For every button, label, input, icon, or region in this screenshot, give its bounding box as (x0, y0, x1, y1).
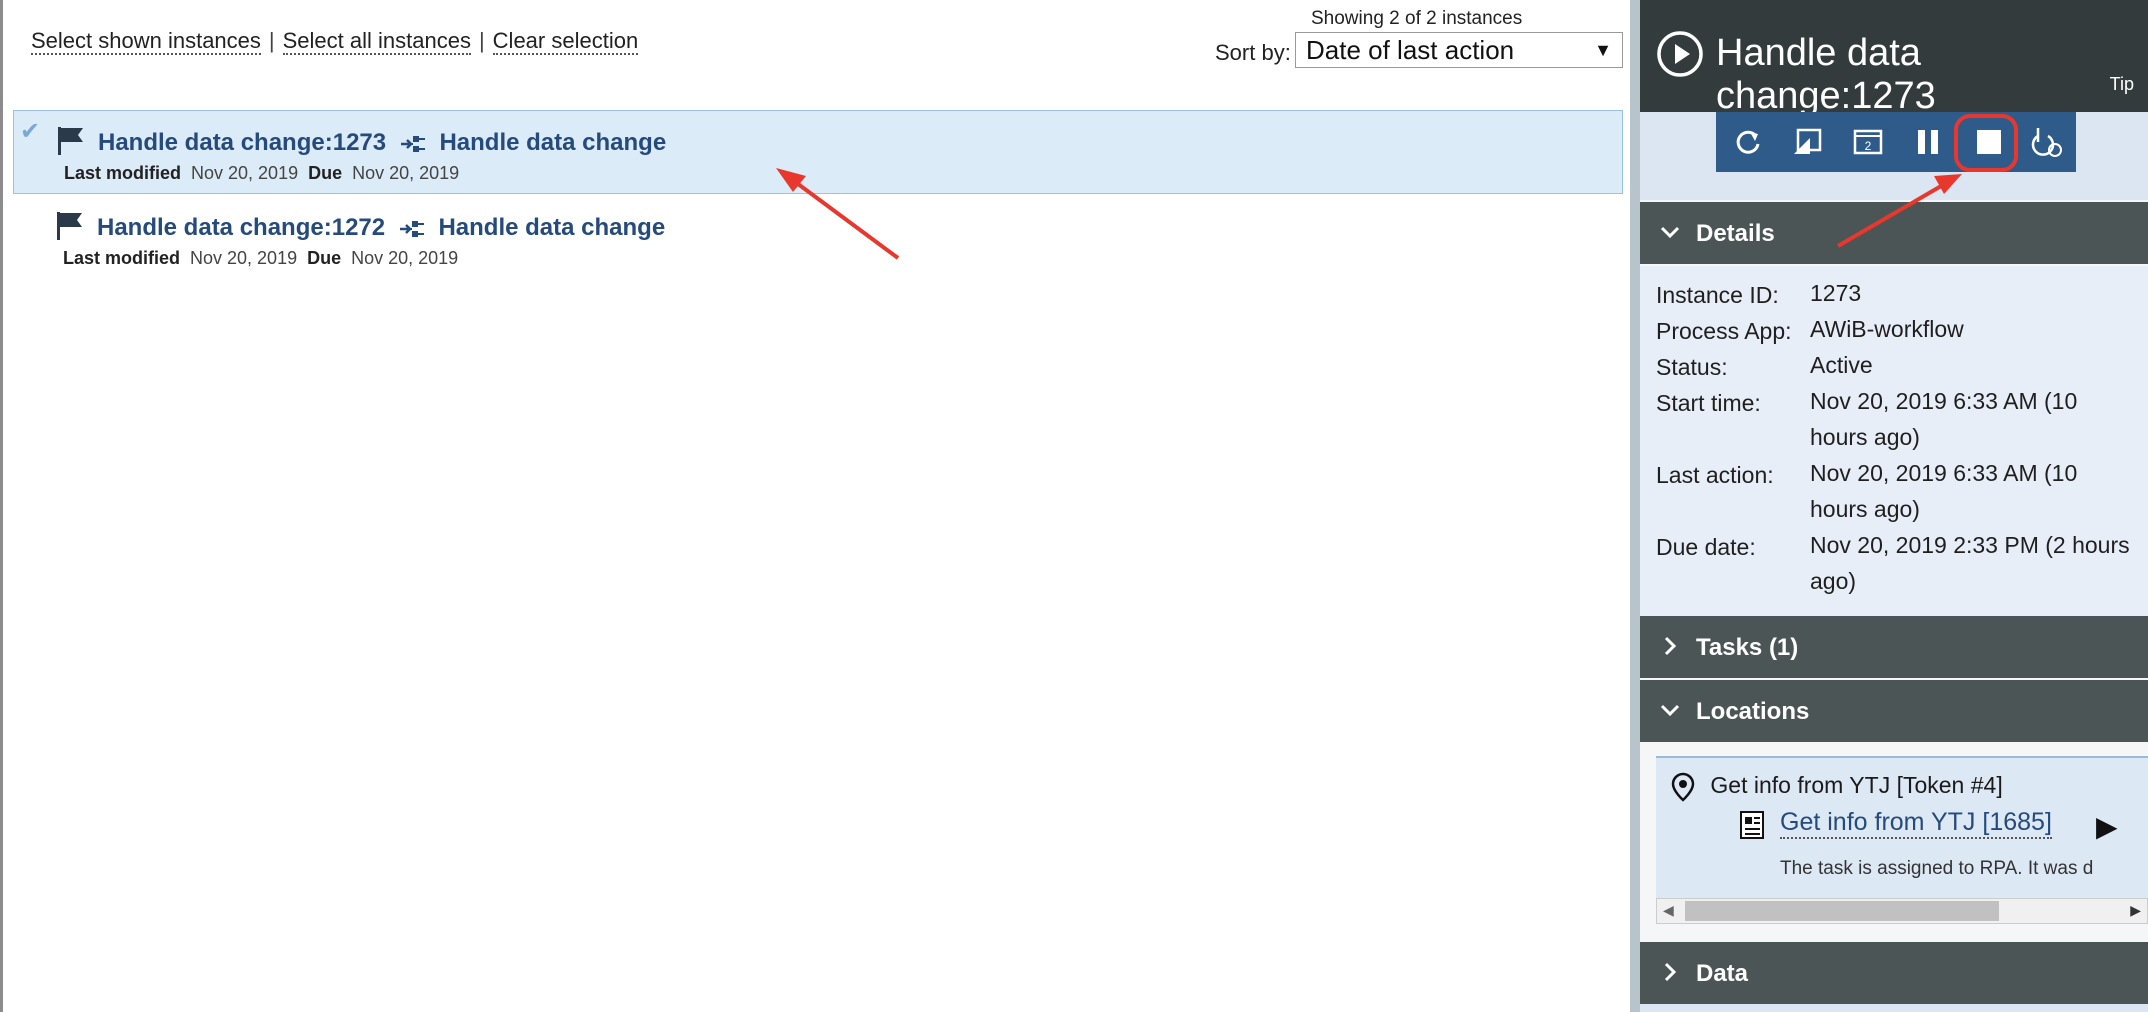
dropdown-caret-icon: ▼ (1594, 40, 1612, 60)
bottom-strip (1640, 1004, 2148, 1012)
scrollbar-thumb[interactable] (1685, 901, 1999, 921)
details-title: Handle data change:1273 (1716, 32, 1936, 117)
instance-row-1272[interactable]: Handle data change:1272 Handle data chan… (13, 196, 1623, 280)
data-section-label: Data (1696, 960, 1749, 987)
tip-link[interactable]: Tip (2110, 74, 2134, 95)
calendar-icon: 2 (1853, 129, 1883, 155)
instance-meta: Last modified Nov 20, 2019 Due Nov 20, 2019 (64, 163, 469, 184)
last-modified-value: Nov 20, 2019 (190, 248, 298, 268)
tasks-section-label: Tasks (1) (1696, 634, 1799, 661)
chevron-right-icon (1664, 636, 1677, 656)
detail-value: AWiB-workflow (1810, 316, 1964, 342)
process-name-link[interactable]: Handle data change (439, 129, 666, 156)
locations-section-header[interactable]: Locations (1640, 680, 2148, 742)
last-modified-label: Last modified (63, 248, 181, 268)
flag-icon (57, 212, 82, 240)
svg-text:2: 2 (1865, 139, 1872, 153)
showing-count: Showing 2 of 2 instances (1311, 8, 1523, 29)
sort-by-label: Sort by: (1215, 40, 1291, 65)
locations-section-label: Locations (1696, 698, 1810, 725)
locations-body: Get info from YTJ [Token #4] Get info fr… (1640, 746, 2148, 940)
pane-splitter[interactable] (1630, 0, 1640, 1012)
instance-meta: Last modified Nov 20, 2019 Due Nov 20, 2019 (63, 248, 468, 269)
flag-icon (58, 127, 83, 155)
detail-label: Last action: (1656, 462, 1774, 488)
select-shown-instances-link[interactable]: Select shown instances (31, 28, 261, 55)
move-token-button[interactable] (1790, 124, 1826, 160)
detail-value: Nov 20, 2019 6:33 AM (10 hours ago) (1810, 388, 2078, 450)
last-modified-value: Nov 20, 2019 (191, 163, 299, 183)
instance-name-link[interactable]: Handle data change:1273 (98, 129, 386, 156)
instance-action-toolbar: 2 (1716, 112, 2076, 172)
task-document-icon (1740, 811, 1764, 839)
instance-name-link[interactable]: Handle data change:1272 (97, 214, 385, 241)
location-item: Get info from YTJ [Token #4] Get info fr… (1656, 756, 2148, 898)
detail-value: 1273 (1810, 280, 1862, 306)
details-header: Handle data change:1273 Tip (1640, 0, 2148, 117)
data-section-header[interactable]: Data (1640, 942, 2148, 1004)
location-task-link[interactable]: Get info from YTJ [1685] (1780, 808, 2052, 839)
link-separator: | (478, 28, 485, 53)
detail-label: Status: (1656, 354, 1728, 380)
scroll-left-arrow-icon[interactable]: ◀ (1663, 902, 1674, 919)
details-section-label: Details (1696, 220, 1775, 247)
link-separator: | (268, 28, 275, 53)
clear-selection-link[interactable]: Clear selection (492, 28, 639, 55)
migrate-icon (2031, 128, 2062, 157)
instance-title-line: Handle data change:1272 Handle data chan… (97, 214, 665, 242)
change-due-date-button[interactable]: 2 (1850, 124, 1886, 160)
instance-title-line: Handle data change:1273 Handle data chan… (98, 129, 666, 157)
detail-label: Process App: (1656, 318, 1792, 344)
location-pin-icon (1671, 772, 1695, 802)
due-label: Due (307, 248, 342, 268)
detail-label: Start time: (1656, 390, 1761, 416)
details-body: Instance ID: 1273 Process App: AWiB-work… (1640, 266, 2148, 616)
process-flow-icon (399, 220, 424, 237)
last-modified-label: Last modified (64, 163, 182, 183)
suspend-button[interactable] (1910, 124, 1946, 160)
location-token: Get info from YTJ [Token #4] (1670, 772, 2003, 802)
instance-list-pane: Select shown instances | Select all instan… (0, 0, 1630, 1012)
refresh-button[interactable] (1730, 124, 1766, 160)
detail-value: Active (1810, 352, 1873, 378)
detail-label: Instance ID: (1656, 282, 1779, 308)
refresh-icon (1736, 130, 1760, 154)
move-icon (1794, 128, 1822, 154)
due-value: Nov 20, 2019 (351, 248, 459, 268)
due-value: Nov 20, 2019 (352, 163, 460, 183)
detail-label: Due date: (1656, 534, 1756, 560)
checkmark-icon: ✔ (20, 118, 41, 145)
toolbar-area: 2 (1640, 112, 2148, 200)
instance-details-pane: Handle data change:1273 Tip 2 Details In… (1640, 0, 2148, 1012)
detail-value: Nov 20, 2019 2:33 PM (2 hours ago) (1810, 532, 2130, 594)
select-all-instances-link[interactable]: Select all instances (282, 28, 471, 55)
migrate-button[interactable] (2028, 124, 2064, 160)
instance-row-1273[interactable]: ✔ Handle data change:1273 Handle data ch… (13, 110, 1623, 194)
due-label: Due (308, 163, 343, 183)
details-section-header[interactable]: Details (1640, 202, 2148, 264)
chevron-right-icon (1664, 962, 1677, 982)
process-name-link[interactable]: Handle data change (438, 214, 665, 241)
play-circle-icon (1657, 31, 1703, 77)
terminate-button[interactable] (1970, 124, 2006, 160)
process-flow-icon (400, 135, 425, 152)
run-task-button[interactable]: ▶ (2096, 810, 2118, 843)
location-task-description: The task is assigned to RPA. It was d (1780, 858, 2094, 879)
detail-value: Nov 20, 2019 6:33 AM (10 hours ago) (1810, 460, 2078, 522)
pause-icon (1918, 130, 1938, 154)
tasks-section-header[interactable]: Tasks (1) (1640, 616, 2148, 678)
chevron-down-icon (1660, 704, 1680, 717)
locations-horizontal-scrollbar[interactable]: ◀ ▶ (1656, 898, 2148, 924)
scroll-right-arrow-icon[interactable]: ▶ (2130, 902, 2141, 919)
sort-by-select[interactable]: Date of last action ▼ (1295, 32, 1623, 68)
selection-links: Select shown instances | Select all instan… (31, 28, 639, 55)
chevron-down-icon (1660, 226, 1680, 239)
location-token-label: Get info from YTJ [Token #4] (1710, 772, 2003, 799)
stop-icon (1977, 130, 2001, 154)
sort-by-value: Date of last action (1306, 35, 1515, 65)
